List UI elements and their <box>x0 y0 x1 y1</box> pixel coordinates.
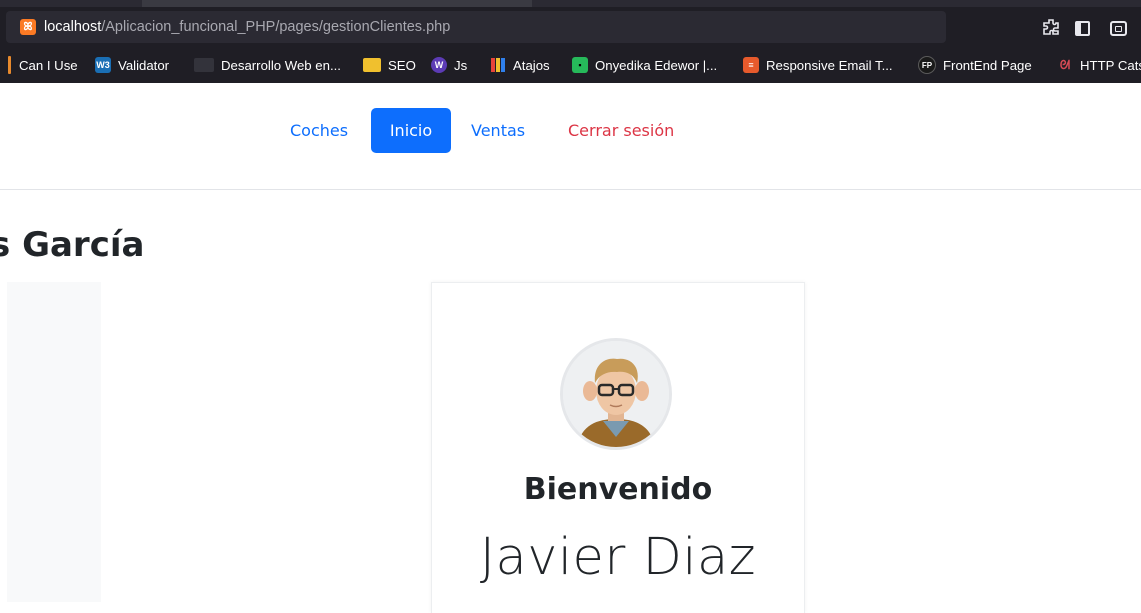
nav-link-ventas[interactable]: Ventas <box>471 108 525 153</box>
bookmark-label: Atajos <box>513 57 550 73</box>
bookmark-http-cats[interactable]: ᘛ HTTP Cats <box>1057 47 1141 83</box>
bookmark-validator[interactable]: W3 Validator <box>95 47 169 83</box>
toolbar: ꕤ localhost/Aplicacion_funcional_PHP/pag… <box>0 7 1141 47</box>
fp-icon: FP <box>918 56 936 74</box>
bookmark-label: Responsive Email T... <box>766 57 893 73</box>
main-nav: Coches Inicio Ventas Cerrar sesión <box>0 83 1141 190</box>
bookmarks-bar: Can I Use W3 Validator Desarrollo Web en… <box>0 47 1141 83</box>
bookmark-label: Validator <box>118 57 170 73</box>
avatar <box>560 338 672 450</box>
user-name: Javier Diaz <box>479 528 757 587</box>
cat-icon: ᘛ <box>1059 57 1071 72</box>
page-title: s García <box>0 225 145 265</box>
extensions-icon[interactable] <box>1042 18 1060 36</box>
sidebar-toggle-icon[interactable] <box>1073 18 1091 36</box>
bookmark-atajos[interactable]: Atajos <box>490 47 550 83</box>
bookmark-label: Desarrollo Web en... <box>221 57 341 73</box>
bars-icon <box>490 57 506 73</box>
bookmark-js[interactable]: W Js <box>431 47 467 83</box>
w3c-icon: W3 <box>95 57 111 73</box>
welcome-text: Bienvenido <box>523 472 713 507</box>
bookmark-seo[interactable]: SEO <box>363 47 416 83</box>
bookmark-label: Onyedika Edewor |... <box>595 57 718 73</box>
bookmark-label: HTTP Cats <box>1080 57 1141 73</box>
caniuse-icon <box>8 56 11 74</box>
monitor-icon <box>194 58 214 72</box>
bookmark-desarrollo-web[interactable]: Desarrollo Web en... <box>194 47 341 83</box>
avatar-photo <box>563 341 669 447</box>
nav-link-coches[interactable]: Coches <box>290 108 348 153</box>
tab-strip <box>0 0 1141 7</box>
bookmark-label: FrontEnd Page <box>943 57 1032 73</box>
bookmark-onyedika[interactable]: ▪ Onyedika Edewor |... <box>572 47 717 83</box>
page-content: Coches Inicio Ventas Cerrar sesión s Gar… <box>0 83 1141 613</box>
logout-link[interactable]: Cerrar sesión <box>568 108 674 153</box>
profile-card: Bienvenido Javier Diaz <box>431 282 805 613</box>
nav-link-inicio[interactable]: Inicio <box>371 108 451 153</box>
bookmark-label: SEO <box>388 57 416 73</box>
url-text[interactable]: localhost/Aplicacion_funcional_PHP/pages… <box>44 19 450 35</box>
bookmark-frontend-page[interactable]: FP FrontEnd Page <box>918 47 1032 83</box>
folder-icon <box>363 58 381 72</box>
email-icon: ≡ <box>743 57 759 73</box>
url-path: /Aplicacion_funcional_PHP/pages/gestionC… <box>101 19 451 35</box>
side-panel <box>7 282 101 602</box>
active-tab[interactable] <box>142 0 532 7</box>
square-icon: ▪ <box>572 57 588 73</box>
xampp-site-icon: ꕤ <box>20 19 36 35</box>
bookmark-label: Js <box>454 57 468 73</box>
address-bar[interactable]: ꕤ localhost/Aplicacion_funcional_PHP/pag… <box>6 11 946 43</box>
bookmark-caniuse[interactable]: Can I Use <box>8 47 78 83</box>
url-host: localhost <box>44 19 102 35</box>
bookmark-label: Can I Use <box>19 57 78 73</box>
bookmark-responsive-email[interactable]: ≡ Responsive Email T... <box>743 47 893 83</box>
screenshot-icon[interactable] <box>1108 18 1127 36</box>
w-icon: W <box>431 57 447 73</box>
